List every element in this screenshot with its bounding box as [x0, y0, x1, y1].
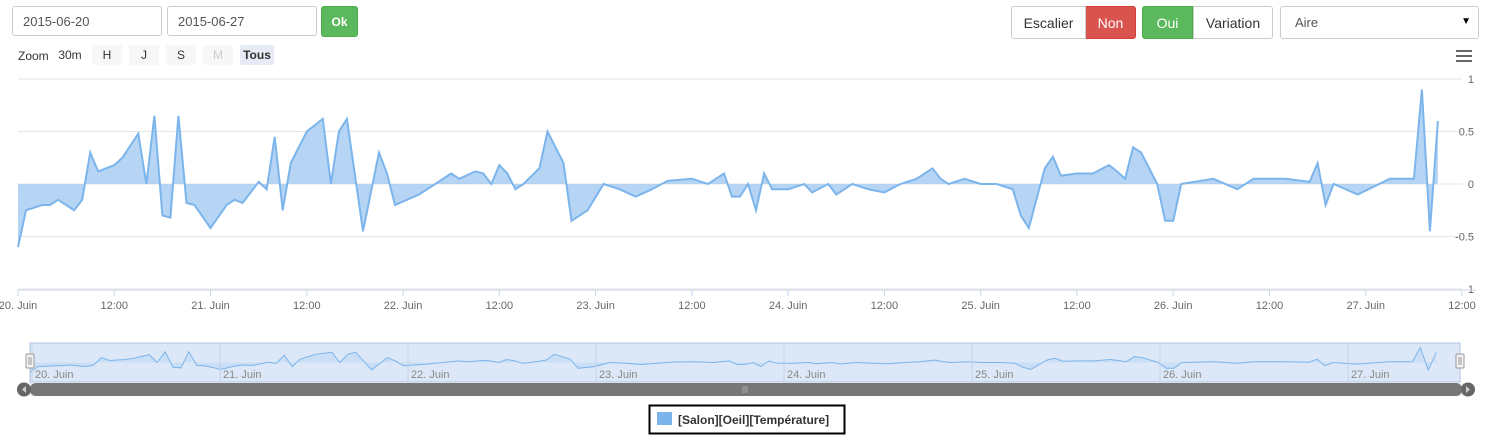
x-tick-label: 12:00 [1448, 300, 1476, 312]
temperature-chart: Zoom 30m H J S M Tous 10.50-0.5-1 20. Juin 12:… [0, 45, 1476, 435]
zoom-button-label: M [213, 48, 223, 62]
navigator-tick-label: 24. Juin [787, 369, 826, 381]
zoom-button-30m[interactable]: 30m [55, 45, 85, 65]
range-selector: Zoom 30m H J S M Tous [18, 45, 274, 65]
legend-symbol [657, 412, 672, 425]
plot-area [17, 89, 1439, 248]
x-tick-label: 12:00 [101, 300, 129, 312]
scrollbar-left-button[interactable] [17, 382, 31, 397]
navigator-tick-label: 21. Juin [223, 369, 262, 381]
y-tick-label: 0.5 [1459, 127, 1474, 139]
x-tick-label: 21. Juin [191, 300, 230, 312]
x-tick-label: 12:00 [1256, 300, 1284, 312]
legend[interactable]: [Salon][Oeil][Température] [648, 404, 846, 435]
series-area [18, 89, 1438, 247]
x-tick-label: 12:00 [293, 300, 321, 312]
x-tick-label: 12:00 [486, 300, 514, 312]
zoom-label: Zoom [18, 49, 49, 63]
zoom-button-label: 30m [58, 48, 81, 62]
navigator-tick-label: 22. Juin [411, 369, 450, 381]
zoom-button-s[interactable]: S [166, 45, 196, 65]
zoom-button-j[interactable]: J [129, 45, 159, 65]
x-tick-label: 12:00 [871, 300, 899, 312]
x-tick-label: 22. Juin [384, 300, 423, 312]
zoom-button-m[interactable]: M [203, 45, 233, 65]
zoom-button-label: Tous [243, 48, 271, 62]
zoom-button-h[interactable]: H [92, 45, 122, 65]
navigator-tick-label: 20. Juin [35, 369, 74, 381]
x-tick-label: 25. Juin [961, 300, 1000, 312]
zoom-button-label: J [141, 48, 147, 62]
y-axis: 10.50-0.5-1 [1455, 74, 1474, 296]
zoom-button-tous[interactable]: Tous [240, 45, 274, 65]
legend-item-label[interactable]: [Salon][Oeil][Température] [678, 413, 829, 427]
navigator[interactable]: 20. Juin 21. Juin 22. Juin 23. Juin 24. Juin… [17, 342, 1475, 397]
x-tick-label: 26. Juin [1154, 300, 1193, 312]
x-tick-label: 20. Juin [0, 300, 37, 312]
y-tick-label: 1 [1468, 74, 1474, 86]
navigator-left-handle[interactable] [25, 353, 35, 369]
navigator-tick-label: 26. Juin [1163, 369, 1202, 381]
y-tick-label: -0.5 [1455, 232, 1474, 244]
navigator-tick-label: 23. Juin [599, 369, 638, 381]
navigator-tick-label: 27. Juin [1351, 369, 1390, 381]
zoom-button-label: S [177, 48, 185, 62]
navigator-right-handle[interactable] [1455, 353, 1465, 369]
x-axis: 20. Juin 12:00 21. Juin 12:00 22. Juin 12:00 2… [0, 289, 1476, 312]
x-tick-label: 24. Juin [769, 300, 808, 312]
x-tick-label: 27. Juin [1346, 300, 1385, 312]
scrollbar-thumb[interactable] [30, 383, 1462, 396]
hamburger-menu-icon[interactable] [1456, 50, 1472, 62]
series-line [17, 89, 1439, 248]
navigator-scrollbar[interactable] [17, 382, 1475, 397]
x-tick-label: 23. Juin [576, 300, 615, 312]
y-tick-label: 0 [1468, 179, 1474, 191]
scrollbar-right-button[interactable] [1461, 382, 1475, 397]
x-tick-label: 12:00 [1063, 300, 1091, 312]
navigator-tick-label: 25. Juin [975, 369, 1014, 381]
zoom-button-label: H [103, 48, 112, 62]
x-tick-label: 12:00 [678, 300, 706, 312]
